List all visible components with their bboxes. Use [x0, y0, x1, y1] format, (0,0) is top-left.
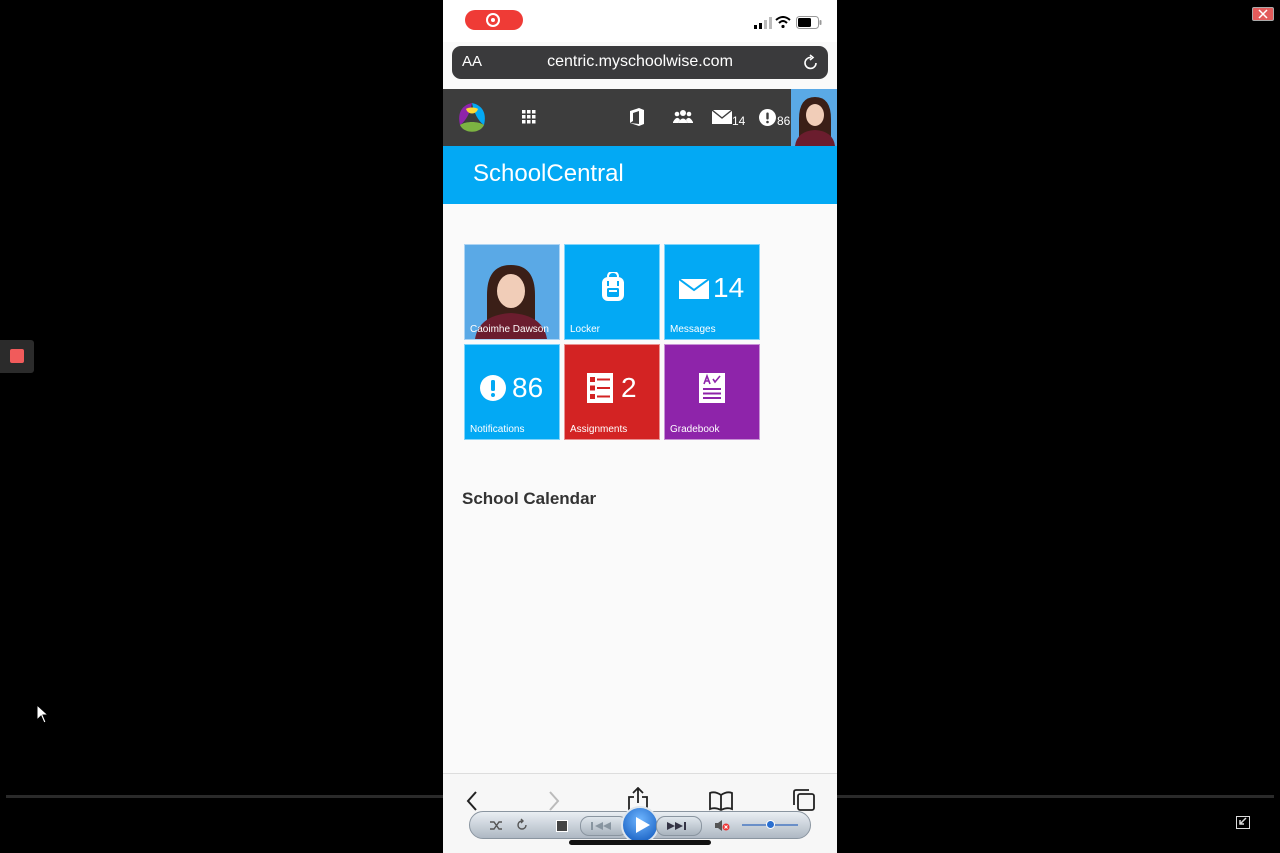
tile-label: Messages: [670, 324, 716, 335]
exit-fullscreen-button[interactable]: [1236, 816, 1250, 829]
tile-notifications[interactable]: 86 Notifications: [464, 344, 560, 440]
mute-icon[interactable]: [714, 819, 730, 832]
address-bar[interactable]: AA centric.myschoolwise.com: [452, 46, 828, 79]
calendar-heading: School Calendar: [462, 489, 597, 508]
play-button[interactable]: [621, 806, 659, 844]
reload-icon[interactable]: [802, 54, 819, 71]
next-button[interactable]: [656, 816, 702, 836]
record-icon: [486, 13, 500, 27]
gradebook-icon: [699, 373, 725, 403]
bookmarks-icon[interactable]: [709, 791, 733, 811]
previous-icon: [591, 822, 611, 830]
play-icon: [636, 817, 650, 833]
tile-count: 86: [512, 372, 544, 403]
repeat-icon[interactable]: [515, 818, 529, 832]
checklist-icon: [587, 373, 613, 403]
app-title-banner: SchoolCentral: [443, 146, 837, 204]
back-icon[interactable]: [465, 790, 479, 812]
tile-count: 2: [621, 372, 637, 403]
header-notifications-count: 86: [777, 114, 791, 128]
app-header: 14 86: [443, 89, 837, 146]
tile-profile[interactable]: Caoimhe Dawson: [464, 244, 560, 340]
tile-label: Assignments: [570, 424, 628, 435]
alert-icon: [759, 109, 776, 126]
phone-screen: AA centric.myschoolwise.com 14 86 School…: [443, 0, 837, 853]
volume-slider[interactable]: [742, 820, 798, 829]
close-window-button[interactable]: [1252, 7, 1274, 21]
stop-recording-button[interactable]: [0, 340, 34, 373]
stop-icon: [10, 349, 24, 363]
close-icon: [1258, 9, 1268, 19]
groups-icon[interactable]: [673, 109, 693, 125]
battery-icon: [796, 16, 822, 29]
forward-icon[interactable]: [547, 790, 561, 812]
mouse-cursor-icon: [36, 704, 50, 724]
media-player-controls: [469, 806, 811, 844]
screen-recording-indicator[interactable]: [465, 10, 523, 30]
volume-slider-thumb[interactable]: [766, 820, 775, 829]
alert-icon: [480, 375, 506, 401]
tile-label: Caoimhe Dawson: [470, 324, 549, 335]
status-bar: [443, 0, 837, 42]
user-avatar[interactable]: [791, 89, 837, 146]
next-icon: [667, 822, 686, 830]
backpack-icon: [602, 272, 624, 301]
apps-grid-icon[interactable]: [522, 110, 536, 124]
office-icon[interactable]: [629, 108, 645, 126]
mail-icon: [712, 110, 732, 124]
url-text: centric.myschoolwise.com: [547, 53, 733, 70]
shuffle-icon[interactable]: [489, 819, 503, 832]
student-photo-icon: [791, 89, 837, 146]
arrow-icon: [1239, 817, 1247, 825]
schoolwise-logo-icon[interactable]: [454, 101, 490, 135]
header-messages-count: 14: [732, 114, 746, 128]
mail-icon: [679, 279, 709, 299]
tile-count: 14: [713, 272, 745, 303]
tile-messages[interactable]: 14 Messages: [664, 244, 760, 340]
tile-label: Locker: [570, 324, 601, 335]
tile-label: Notifications: [470, 424, 525, 435]
app-title: SchoolCentral: [473, 160, 624, 187]
tile-locker[interactable]: Locker: [564, 244, 660, 340]
wifi-icon: [775, 16, 791, 28]
cellular-signal-icon: [754, 17, 772, 29]
tile-assignments[interactable]: 2 Assignments: [564, 344, 660, 440]
home-indicator: [569, 840, 711, 845]
tile-label: Gradebook: [670, 424, 720, 435]
stop-button[interactable]: [556, 820, 568, 832]
tabs-icon[interactable]: [792, 788, 816, 812]
tile-gradebook[interactable]: Gradebook: [664, 344, 760, 440]
